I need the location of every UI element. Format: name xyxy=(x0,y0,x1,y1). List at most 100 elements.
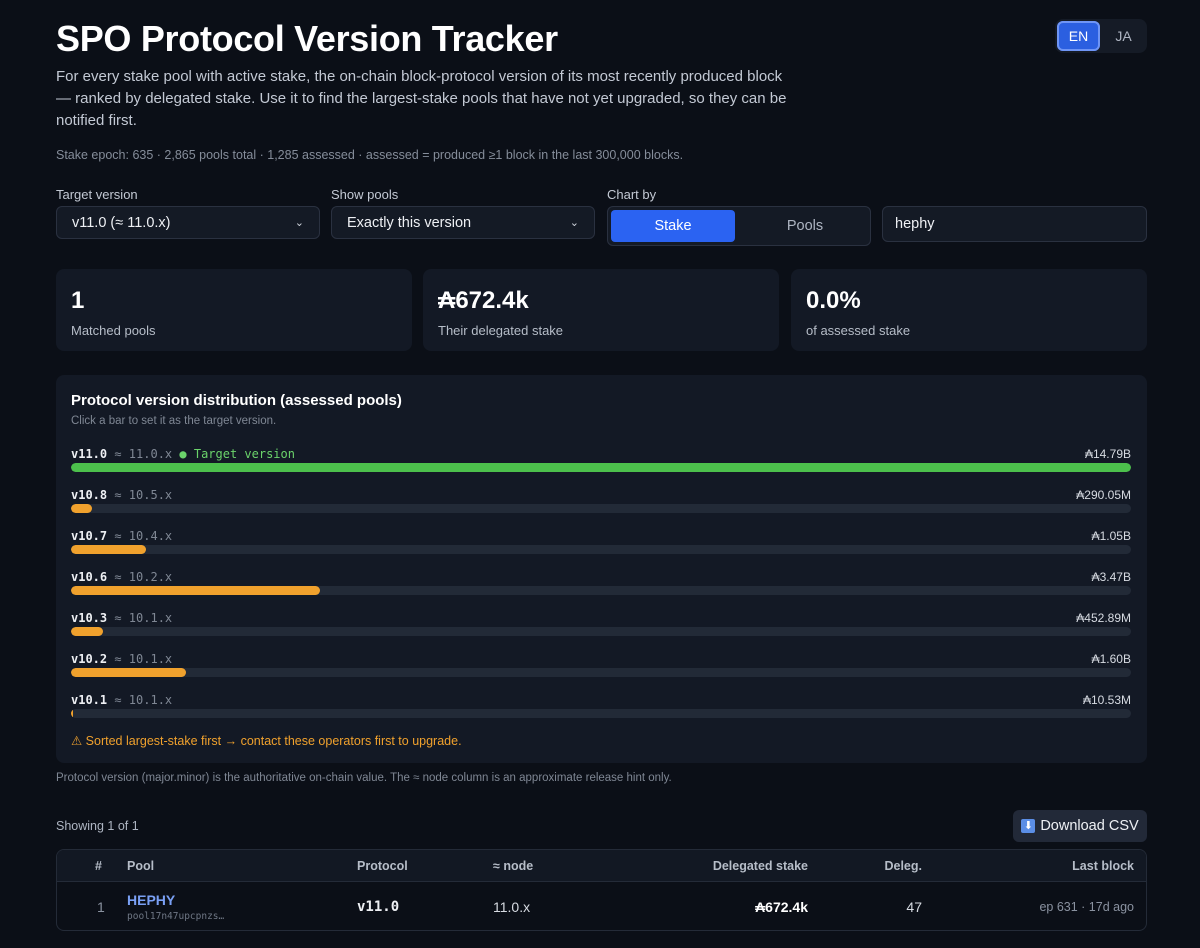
version-stake: ₳290.05M xyxy=(1076,488,1131,502)
pool-search-input[interactable] xyxy=(882,206,1147,242)
distribution-hint: Click a bar to set it as the target vers… xyxy=(71,415,277,427)
target-version-value: v11.0 (≈ 11.0.x) xyxy=(72,214,171,231)
version-code: v11.0 xyxy=(71,447,108,461)
version-label: v10.8 ≈ 10.5.x xyxy=(71,488,172,502)
node-hint: ≈ 11.0.x xyxy=(114,447,173,461)
version-stake: ₳1.60B xyxy=(1091,652,1131,666)
row-protocol: v11.0 xyxy=(357,899,400,915)
chevron-down-icon: ⌄ xyxy=(569,217,579,229)
node-hint: ≈ 10.2.x xyxy=(114,570,173,584)
version-stake: ₳1.05B xyxy=(1091,529,1131,543)
version-bar-track xyxy=(71,668,1131,677)
version-label: v10.3 ≈ 10.1.x xyxy=(71,611,172,625)
version-bar-track xyxy=(71,709,1131,718)
version-bar-row[interactable]: v10.6 ≈ 10.2.x ₳3.47B xyxy=(71,570,1131,604)
sort-warning: ⚠ Sorted largest-stake first → contact t… xyxy=(71,734,462,748)
version-bar-fill xyxy=(71,709,73,718)
version-bar-track xyxy=(71,504,1131,513)
version-label: v10.7 ≈ 10.4.x xyxy=(71,529,172,543)
version-bar-row[interactable]: v10.8 ≈ 10.5.x ₳290.05M xyxy=(71,488,1131,522)
download-csv-button[interactable]: ⬇ Download CSV xyxy=(1013,810,1147,842)
version-stake: ₳14.79B xyxy=(1084,447,1131,461)
version-distribution-panel: Protocol version distribution (assessed … xyxy=(56,375,1147,763)
node-hint: ≈ 10.1.x xyxy=(114,652,173,666)
protocol-footnote: Protocol version (major.minor) is the au… xyxy=(56,772,672,784)
col-protocol[interactable]: Protocol xyxy=(357,859,408,873)
version-code: v10.7 xyxy=(71,529,108,543)
col-deleg[interactable]: Deleg. xyxy=(884,859,922,873)
version-bar-fill xyxy=(71,545,147,554)
pools-table: # Pool Protocol ≈ node Delegated stake D… xyxy=(56,849,1147,931)
pool-name-link[interactable]: HEPHY xyxy=(127,892,175,908)
row-stake: ₳672.4k xyxy=(755,899,808,915)
version-stake: ₳452.89M xyxy=(1076,611,1131,625)
version-bar-fill xyxy=(71,504,92,513)
page-title: SPO Protocol Version Tracker xyxy=(56,18,558,59)
target-version-tag: ● Target version xyxy=(179,447,295,461)
version-label: v10.6 ≈ 10.2.x xyxy=(71,570,172,584)
language-switcher: EN JA xyxy=(1055,19,1147,53)
version-code: v10.3 xyxy=(71,611,108,625)
chart-by-stake-button[interactable]: Stake xyxy=(611,210,735,242)
version-bar-row[interactable]: v10.2 ≈ 10.1.x ₳1.60B xyxy=(71,652,1131,686)
version-bar-track xyxy=(71,463,1131,472)
version-bar-row[interactable]: v10.7 ≈ 10.4.x ₳1.05B xyxy=(71,529,1131,563)
target-version-label: Target version xyxy=(56,187,138,202)
col-stake[interactable]: Delegated stake xyxy=(713,859,808,873)
version-bar-row[interactable]: v11.0 ≈ 11.0.x ● Target version ₳14.79B xyxy=(71,447,1131,481)
lang-en-button[interactable]: EN xyxy=(1057,21,1100,51)
row-num: 1 xyxy=(97,899,105,915)
version-bar-track xyxy=(71,627,1131,636)
show-pools-select[interactable]: Exactly this version ⌄ xyxy=(331,206,595,239)
node-hint: ≈ 10.4.x xyxy=(114,529,173,543)
epoch-meta: Stake epoch: 635 · 2,865 pools total · 1… xyxy=(56,148,684,162)
chart-by-label: Chart by xyxy=(607,187,657,202)
version-code: v10.1 xyxy=(71,693,108,707)
stat-delegated-stake: ₳672.4k Their delegated stake xyxy=(423,269,779,351)
version-stake: ₳10.53M xyxy=(1082,693,1131,707)
results-count: Showing 1 of 1 xyxy=(56,819,139,833)
row-node: 11.0.x xyxy=(493,899,531,915)
lang-ja-button[interactable]: JA xyxy=(1102,21,1145,51)
stat-label: of assessed stake xyxy=(806,323,911,338)
show-pools-label: Show pools xyxy=(331,187,399,202)
version-bar-fill xyxy=(71,463,1131,472)
row-last-block: ep 631 · 17d ago xyxy=(1039,900,1134,914)
chart-by-toggle: Stake Pools xyxy=(607,206,871,246)
stat-label: Their delegated stake xyxy=(438,323,564,338)
stat-assessed-share: 0.0% of assessed stake xyxy=(791,269,1147,351)
version-label: v10.1 ≈ 10.1.x xyxy=(71,693,172,707)
version-bar-fill xyxy=(71,668,186,677)
version-bar-fill xyxy=(71,586,320,595)
version-bar-track xyxy=(71,586,1131,595)
chart-by-pools-button[interactable]: Pools xyxy=(743,210,867,242)
row-deleg: 47 xyxy=(906,899,922,915)
version-label: v11.0 ≈ 11.0.x ● Target version xyxy=(71,447,295,461)
stat-value: 0.0% xyxy=(806,287,861,314)
version-bar-fill xyxy=(71,627,104,636)
distribution-title: Protocol version distribution (assessed … xyxy=(71,392,402,409)
target-version-select[interactable]: v11.0 (≈ 11.0.x) ⌄ xyxy=(56,206,320,239)
version-code: v10.2 xyxy=(71,652,108,666)
download-icon: ⬇ xyxy=(1021,819,1036,833)
page-description: For every stake pool with active stake, … xyxy=(56,68,787,129)
col-last-block[interactable]: Last block xyxy=(1072,859,1134,873)
chevron-down-icon: ⌄ xyxy=(294,217,304,229)
version-code: v10.8 xyxy=(71,488,108,502)
version-bar-track xyxy=(71,545,1131,554)
version-label: v10.2 ≈ 10.1.x xyxy=(71,652,172,666)
version-code: v10.6 xyxy=(71,570,108,584)
table-header: # Pool Protocol ≈ node Delegated stake D… xyxy=(57,850,1146,882)
col-num: # xyxy=(95,859,102,873)
node-hint: ≈ 10.1.x xyxy=(114,611,173,625)
version-bar-row[interactable]: v10.1 ≈ 10.1.x ₳10.53M xyxy=(71,693,1131,727)
col-node[interactable]: ≈ node xyxy=(493,859,533,873)
version-bar-row[interactable]: v10.3 ≈ 10.1.x ₳452.89M xyxy=(71,611,1131,645)
version-stake: ₳3.47B xyxy=(1091,570,1131,584)
pool-id: pool17n47upcpnzs… xyxy=(127,911,225,922)
download-csv-label: Download CSV xyxy=(1040,818,1139,834)
node-hint: ≈ 10.5.x xyxy=(114,488,173,502)
stat-value: 1 xyxy=(71,287,85,314)
stat-label: Matched pools xyxy=(71,323,156,338)
col-pool[interactable]: Pool xyxy=(127,859,154,873)
